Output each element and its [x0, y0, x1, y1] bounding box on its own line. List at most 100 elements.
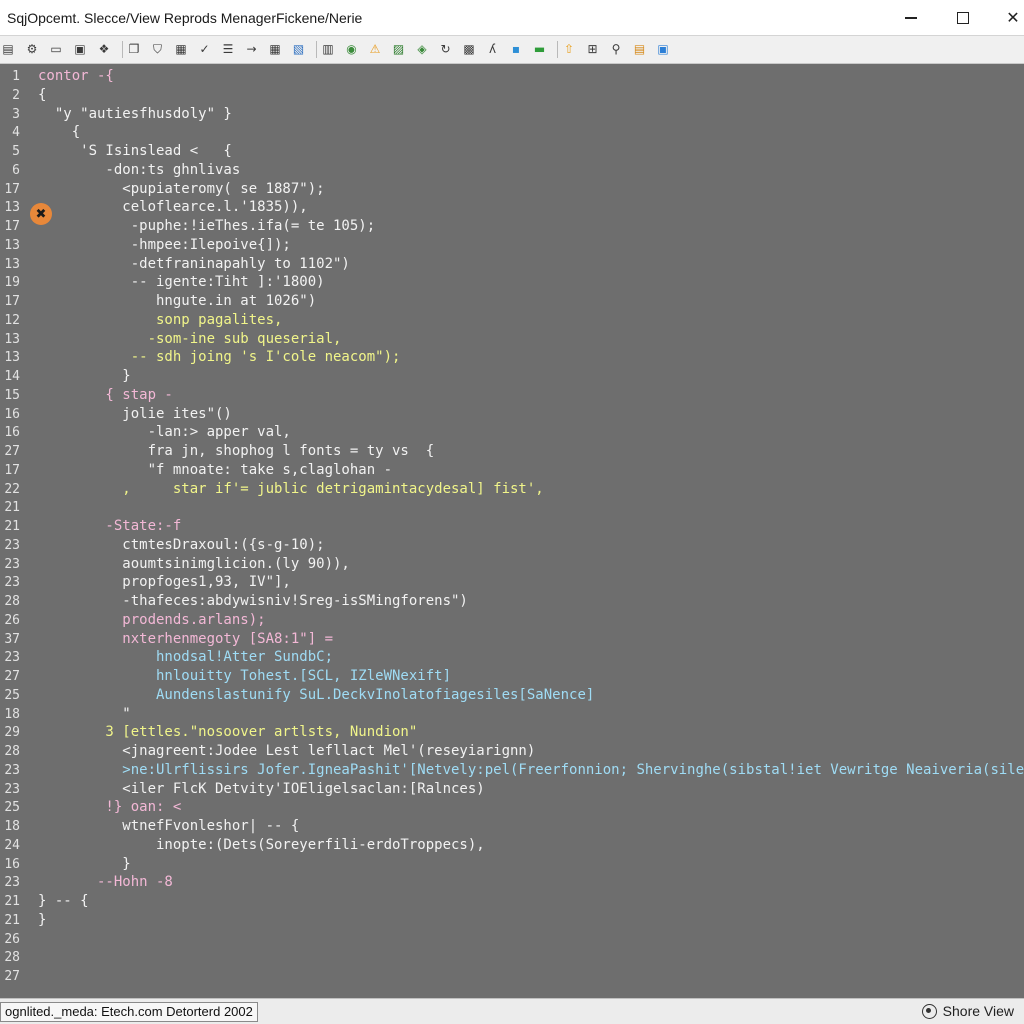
check-icon[interactable]: ✓	[197, 41, 213, 57]
file-icon[interactable]: ▤	[0, 41, 16, 57]
code-line[interactable]: 14 }	[0, 368, 1024, 387]
globe-icon[interactable]: ◉	[344, 41, 360, 57]
chart-icon[interactable]: ▨	[391, 41, 407, 57]
code-line[interactable]: 21} -- {	[0, 893, 1024, 912]
code-line[interactable]: 28 -thafeces:abdywisniv!Sreg-isSMingfore…	[0, 593, 1024, 612]
code-line[interactable]: 19 -- igente:Tiht ]:'1800)	[0, 274, 1024, 293]
code-line[interactable]: 17 hngute.in at 1026")	[0, 293, 1024, 312]
code-line[interactable]: 12 sonp pagalites,	[0, 312, 1024, 331]
code-text: fra jn, shophog l fonts = ty vs {	[38, 443, 435, 459]
code-text: , star if'= jublic detrigamintacydesal] …	[38, 480, 544, 497]
code-line[interactable]: 13 -hmpee:Ilepoive{]);	[0, 237, 1024, 256]
code-text: hngute.in at 1026")	[38, 293, 317, 309]
code-line[interactable]: 26	[0, 931, 1024, 950]
code-editor[interactable]: ✖ 1 contor -{2{3 "y "autiesfhusdoly" } 4 {…	[0, 64, 1024, 996]
warning-icon[interactable]: ⚠	[367, 41, 383, 57]
minimize-button[interactable]	[888, 0, 934, 36]
code-line[interactable]: 23 ctmtesDraxoul:({s-g-10);	[0, 537, 1024, 556]
line-number: 12	[4, 312, 20, 328]
code-line[interactable]: 28 <jnagreent:Jodee Lest lefllact Mel'(r…	[0, 743, 1024, 762]
layers-icon[interactable]: ▤	[632, 41, 648, 57]
code-line[interactable]: 25 !} oan: <	[0, 799, 1024, 818]
line-number: 21	[4, 894, 20, 909]
table-icon[interactable]: ▥	[320, 41, 336, 57]
doc-check-icon[interactable]: ▩	[461, 41, 477, 57]
code-line[interactable]: 23 <iler FlcK Detvity'IOEligelsaclan:[Ra…	[0, 781, 1024, 800]
code-line[interactable]: 13 celoflearce.l.'1835)),	[0, 199, 1024, 218]
code-line[interactable]: 23 propfoges1,93, IV"],	[0, 574, 1024, 593]
code-line[interactable]: 2{	[0, 87, 1024, 106]
code-line[interactable]: 16 -lan:> apper val,	[0, 424, 1024, 443]
code-line[interactable]: 13 -detfraninapahly to 1102")	[0, 256, 1024, 275]
upload-icon[interactable]: ⇧	[561, 41, 577, 57]
code-line[interactable]: 17 -puphe:!ieThes.ifa(= te 105);	[0, 218, 1024, 237]
code-line[interactable]: 29 3 [ettles."nosoover artlsts, Nundion"	[0, 724, 1024, 743]
code-line[interactable]: 23 aoumtsinimglicion.(ly 90)),	[0, 556, 1024, 575]
line-number: 25	[4, 800, 20, 816]
code-line[interactable]: 22 , star if'= jublic detrigamintacydesa…	[0, 481, 1024, 500]
code-line[interactable]: 23 hnodsal!Atter SundbC;	[0, 649, 1024, 668]
folder-icon[interactable]: ▭	[48, 41, 64, 57]
code-line[interactable]: 21	[0, 499, 1024, 518]
list-icon[interactable]: ☰	[220, 41, 236, 57]
code-line[interactable]: 16 }	[0, 856, 1024, 875]
code-line[interactable]: 17 "f mnoate: take s,claglohan -	[0, 462, 1024, 481]
code-line[interactable]: 18 wtnefFvonleshor| -- {	[0, 818, 1024, 837]
line-number: 21	[4, 500, 20, 516]
terminal-icon[interactable]: ▣	[655, 41, 671, 57]
network-icon[interactable]: ⊞	[585, 41, 601, 57]
settings-icon[interactable]: ⚙	[24, 41, 40, 57]
code-line[interactable]: 16 jolie ites"()	[0, 406, 1024, 425]
code-line[interactable]: 27	[0, 968, 1024, 987]
code-line[interactable]: 18 "	[0, 706, 1024, 725]
code-line[interactable]: 13 -som-ine sub queserial,	[0, 331, 1024, 350]
code-line[interactable]: 23 --Hohn -8	[0, 874, 1024, 893]
bookmark-icon[interactable]: ❖	[96, 41, 112, 57]
code-line[interactable]: 24 inopte:(Dets(Soreyerfili-erdoTroppecs…	[0, 837, 1024, 856]
paint-icon[interactable]: ◈	[414, 41, 430, 57]
code-text: <jnagreent:Jodee Lest lefllact Mel'(rese…	[38, 743, 536, 759]
shield-icon[interactable]: ⛉	[150, 41, 166, 57]
grid-icon[interactable]: ▦	[267, 41, 283, 57]
line-number: 28	[4, 950, 20, 966]
code-line[interactable]: 17 <pupiateromy( se 1887");	[0, 181, 1024, 200]
code-line[interactable]: 6 -don:ts ghnlivas	[0, 162, 1024, 181]
copy-icon[interactable]: ❐	[126, 41, 142, 57]
card-icon[interactable]: ▬	[532, 41, 548, 57]
code-line[interactable]: 26 prodends.arlans);	[0, 612, 1024, 631]
code-line[interactable]: 28	[0, 949, 1024, 968]
code-line[interactable]: 23 >ne:Ulrflissirs Jofer.IgneaPashit'[Ne…	[0, 762, 1024, 781]
text-icon[interactable]: ʎ	[485, 41, 501, 57]
image-icon[interactable]: ▧	[291, 41, 307, 57]
line-number: 16	[4, 856, 20, 872]
line-number: 14	[4, 369, 20, 384]
code-text: }	[38, 911, 47, 928]
code-text: -detfraninapahly to 1102")	[38, 255, 350, 272]
code-line[interactable]: 21}	[0, 912, 1024, 931]
code-line[interactable]: 13 -- sdh joing 's I'cole neacom");	[0, 349, 1024, 368]
code-line[interactable]: 27 hnlouitty Tohest.[SCL, IZleWNexift]	[0, 668, 1024, 687]
maximize-button[interactable]	[940, 0, 986, 36]
refresh-icon[interactable]: ↻	[438, 41, 454, 57]
code-text: {	[38, 124, 81, 141]
code-line[interactable]: 25 Aundenslastunify SuL.DeckvInolatofiag…	[0, 687, 1024, 706]
view-toggle[interactable]: Shore View	[921, 1003, 1014, 1019]
line-number: 24	[4, 837, 20, 853]
package-icon[interactable]: ▪	[508, 41, 524, 57]
arrow-right-icon[interactable]: →	[244, 41, 260, 57]
window-icon[interactable]: ▦	[173, 41, 189, 57]
title-bar: SqjOpcemt. Slecce/View Reprods MenagerFi…	[0, 0, 1024, 36]
code-line[interactable]: 4 {	[0, 124, 1024, 143]
code-line[interactable]: 5 'S Isinslead < {	[0, 143, 1024, 162]
save-icon[interactable]: ▣	[72, 41, 88, 57]
close-button[interactable]: ✕	[990, 0, 1024, 36]
code-line[interactable]: 21 -State:-f	[0, 518, 1024, 537]
line-number: 18	[4, 706, 20, 722]
code-line[interactable]: 37 nxterhenmegoty [SA8:1"] =	[0, 631, 1024, 650]
code-line[interactable]: 3 "y "autiesfhusdoly" }	[0, 106, 1024, 125]
code-text: celoflearce.l.'1835)),	[38, 199, 308, 216]
code-line[interactable]: 27 fra jn, shophog l fonts = ty vs {	[0, 443, 1024, 462]
code-line[interactable]: 1 contor -{	[0, 68, 1024, 87]
code-line[interactable]: 15 { stap -	[0, 387, 1024, 406]
debug-icon[interactable]: ⚲	[608, 41, 624, 57]
